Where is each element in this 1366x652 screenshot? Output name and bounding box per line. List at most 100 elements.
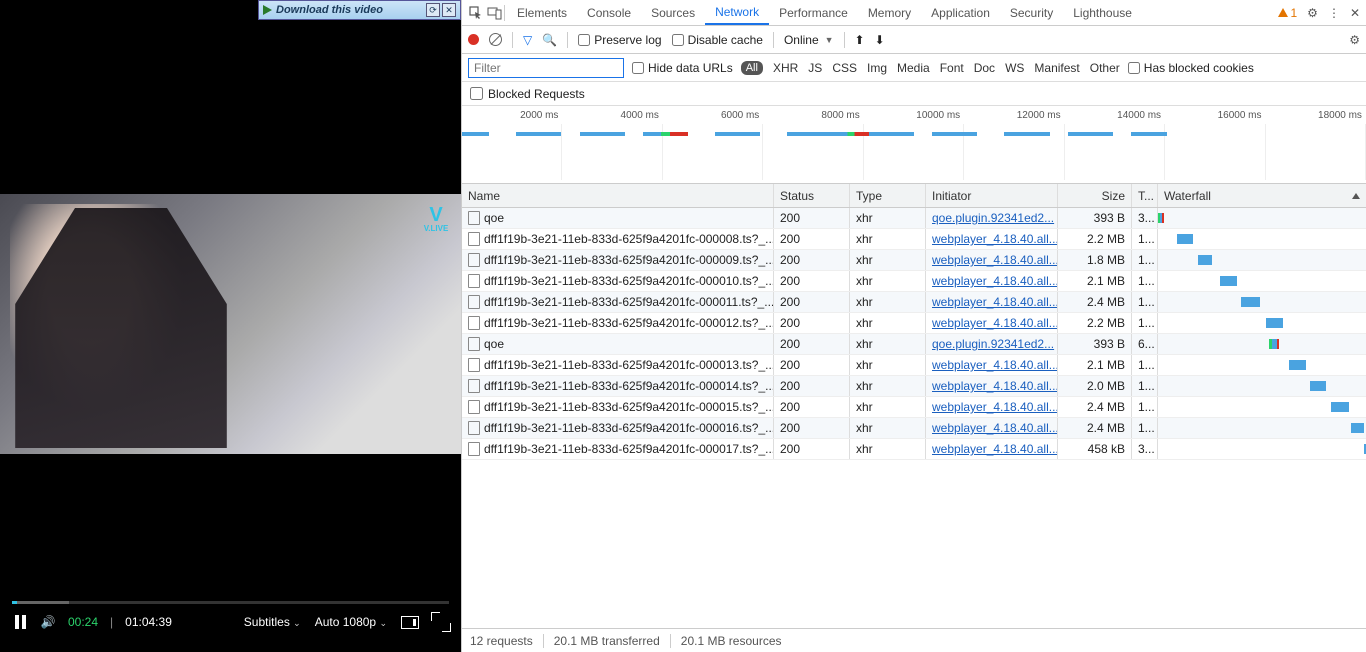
table-row[interactable]: qoe200xhrqoe.plugin.92341ed2...393 B6...	[462, 334, 1366, 355]
request-waterfall	[1158, 355, 1366, 375]
col-time[interactable]: T...	[1132, 184, 1158, 207]
filter-type-font[interactable]: Font	[940, 61, 964, 75]
filter-input[interactable]	[468, 58, 624, 78]
tab-elements[interactable]: Elements	[507, 0, 577, 25]
col-type[interactable]: Type	[850, 184, 926, 207]
table-row[interactable]: dff1f19b-3e21-11eb-833d-625f9a4201fc-000…	[462, 271, 1366, 292]
table-row[interactable]: dff1f19b-3e21-11eb-833d-625f9a4201fc-000…	[462, 355, 1366, 376]
subtitles-button[interactable]: Subtitles ⌄	[244, 615, 301, 629]
more-icon[interactable]: ⋮	[1328, 6, 1340, 20]
record-button[interactable]	[468, 34, 479, 45]
request-initiator[interactable]: webplayer_4.18.40.all...	[932, 379, 1058, 393]
has-blocked-cookies-checkbox[interactable]: Has blocked cookies	[1128, 61, 1254, 75]
col-waterfall[interactable]: Waterfall	[1158, 184, 1366, 207]
table-row[interactable]: dff1f19b-3e21-11eb-833d-625f9a4201fc-000…	[462, 229, 1366, 250]
network-settings-icon[interactable]: ⚙	[1349, 33, 1360, 47]
table-row[interactable]: dff1f19b-3e21-11eb-833d-625f9a4201fc-000…	[462, 292, 1366, 313]
filter-type-ws[interactable]: WS	[1005, 61, 1024, 75]
blocked-requests-label: Blocked Requests	[488, 87, 585, 101]
request-name: dff1f19b-3e21-11eb-833d-625f9a4201fc-000…	[484, 274, 774, 288]
video-frame[interactable]: V V.LIVE	[0, 194, 461, 454]
tab-application[interactable]: Application	[921, 0, 1000, 25]
table-row[interactable]: dff1f19b-3e21-11eb-833d-625f9a4201fc-000…	[462, 250, 1366, 271]
network-toolbar: ▽ 🔍 Preserve log Disable cache Online▼ ⬆…	[462, 26, 1366, 54]
col-size[interactable]: Size	[1058, 184, 1132, 207]
table-header[interactable]: Name Status Type Initiator Size T... Wat…	[462, 184, 1366, 208]
status-transferred: 20.1 MB transferred	[554, 634, 660, 648]
close-icon[interactable]: ✕	[1350, 6, 1360, 20]
request-waterfall	[1158, 397, 1366, 417]
col-status[interactable]: Status	[774, 184, 850, 207]
upload-har-icon[interactable]: ⬆	[855, 33, 865, 47]
overview-tick: 10000 ms	[864, 110, 964, 121]
disable-cache-checkbox[interactable]: Disable cache	[672, 33, 763, 47]
inspect-icon[interactable]	[468, 5, 484, 21]
tab-console[interactable]: Console	[577, 0, 641, 25]
status-bar: 12 requests 20.1 MB transferred 20.1 MB …	[462, 628, 1366, 652]
tab-memory[interactable]: Memory	[858, 0, 921, 25]
table-row[interactable]: dff1f19b-3e21-11eb-833d-625f9a4201fc-000…	[462, 439, 1366, 460]
filter-type-all[interactable]: All	[741, 61, 763, 75]
filter-type-xhr[interactable]: XHR	[773, 61, 798, 75]
settings-icon[interactable]: ⚙	[1307, 6, 1318, 20]
request-initiator[interactable]: webplayer_4.18.40.all...	[932, 358, 1058, 372]
overview-segment	[869, 132, 914, 136]
request-initiator[interactable]: webplayer_4.18.40.all...	[932, 316, 1058, 330]
throttling-select[interactable]: Online▼	[784, 33, 834, 47]
request-initiator[interactable]: webplayer_4.18.40.all...	[932, 295, 1058, 309]
download-close-icon[interactable]: ✕	[442, 3, 456, 17]
device-icon[interactable]	[486, 5, 502, 21]
request-initiator[interactable]: webplayer_4.18.40.all...	[932, 274, 1058, 288]
table-row[interactable]: dff1f19b-3e21-11eb-833d-625f9a4201fc-000…	[462, 376, 1366, 397]
request-waterfall	[1158, 439, 1366, 459]
download-har-icon[interactable]: ⬇	[875, 33, 885, 47]
download-option-icon[interactable]: ⟳	[426, 3, 440, 17]
filter-type-css[interactable]: CSS	[832, 61, 857, 75]
request-type: xhr	[850, 334, 926, 354]
filter-type-doc[interactable]: Doc	[974, 61, 995, 75]
request-initiator[interactable]: webplayer_4.18.40.all...	[932, 442, 1058, 456]
vlive-logo-top: V	[429, 206, 442, 224]
request-time: 1...	[1132, 271, 1158, 291]
clear-button[interactable]	[489, 33, 502, 46]
tab-security[interactable]: Security	[1000, 0, 1063, 25]
warnings-indicator[interactable]: 1	[1278, 6, 1297, 20]
table-row[interactable]: qoe200xhrqoe.plugin.92341ed2...393 B3...	[462, 208, 1366, 229]
filter-type-img[interactable]: Img	[867, 61, 887, 75]
col-initiator[interactable]: Initiator	[926, 184, 1058, 207]
overview-segment	[1004, 132, 1049, 136]
volume-button[interactable]: 🔊	[40, 614, 56, 630]
filter-type-other[interactable]: Other	[1090, 61, 1120, 75]
search-icon[interactable]: 🔍	[542, 33, 557, 47]
request-initiator[interactable]: qoe.plugin.92341ed2...	[932, 337, 1054, 351]
request-time: 1...	[1132, 229, 1158, 249]
network-overview[interactable]: 2000 ms4000 ms6000 ms8000 ms10000 ms1200…	[462, 106, 1366, 184]
hide-data-urls-checkbox[interactable]: Hide data URLs	[632, 61, 733, 75]
table-row[interactable]: dff1f19b-3e21-11eb-833d-625f9a4201fc-000…	[462, 313, 1366, 334]
filter-type-manifest[interactable]: Manifest	[1034, 61, 1079, 75]
filter-toggle-icon[interactable]: ▽	[523, 33, 532, 47]
pause-button[interactable]	[12, 614, 28, 630]
theater-icon[interactable]	[401, 616, 419, 629]
download-banner[interactable]: Download this video ⟳ ✕	[258, 0, 461, 20]
request-initiator[interactable]: webplayer_4.18.40.all...	[932, 253, 1058, 267]
preserve-log-checkbox[interactable]: Preserve log	[578, 33, 661, 47]
tab-performance[interactable]: Performance	[769, 0, 858, 25]
request-initiator[interactable]: qoe.plugin.92341ed2...	[932, 211, 1054, 225]
request-status: 200	[774, 397, 850, 417]
table-row[interactable]: dff1f19b-3e21-11eb-833d-625f9a4201fc-000…	[462, 397, 1366, 418]
filter-type-media[interactable]: Media	[897, 61, 930, 75]
request-status: 200	[774, 313, 850, 333]
tab-sources[interactable]: Sources	[641, 0, 705, 25]
filter-type-js[interactable]: JS	[808, 61, 822, 75]
fullscreen-icon[interactable]	[433, 614, 449, 630]
quality-button[interactable]: Auto 1080p ⌄	[315, 615, 387, 629]
request-initiator[interactable]: webplayer_4.18.40.all...	[932, 400, 1058, 414]
request-initiator[interactable]: webplayer_4.18.40.all...	[932, 232, 1058, 246]
col-name[interactable]: Name	[462, 184, 774, 207]
table-row[interactable]: dff1f19b-3e21-11eb-833d-625f9a4201fc-000…	[462, 418, 1366, 439]
request-initiator[interactable]: webplayer_4.18.40.all...	[932, 421, 1058, 435]
blocked-requests-checkbox[interactable]	[470, 87, 483, 100]
tab-lighthouse[interactable]: Lighthouse	[1063, 0, 1142, 25]
tab-network[interactable]: Network	[705, 0, 769, 25]
